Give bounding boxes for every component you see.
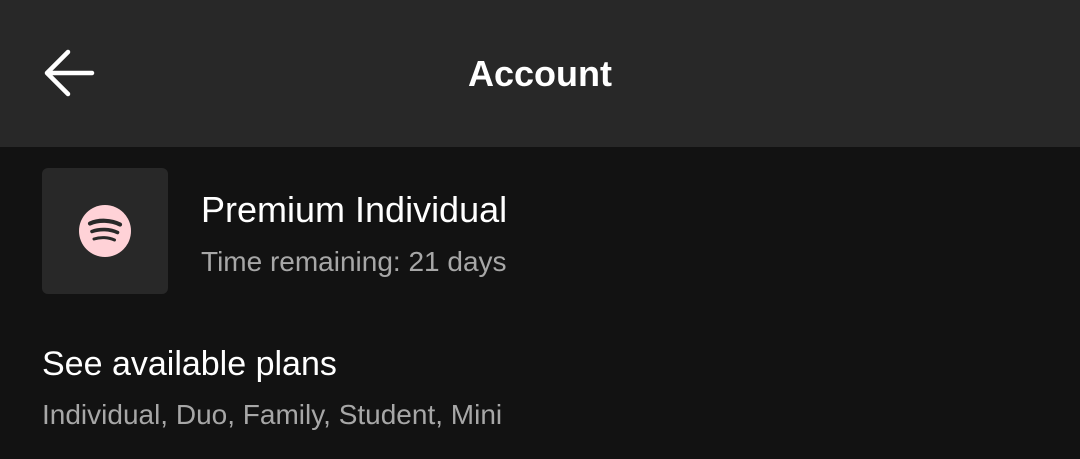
arrow-left-icon [44, 49, 95, 97]
available-plans-list: Individual, Duo, Family, Student, Mini [42, 399, 503, 430]
see-available-plans-row[interactable]: See available plans Individual, Duo, Fam… [0, 333, 1080, 443]
plan-time-remaining: Time remaining: 21 days [201, 246, 507, 277]
top-app-bar: Account [0, 0, 1080, 147]
account-content: Premium Individual Time remaining: 21 da… [0, 147, 1080, 459]
back-button[interactable] [38, 42, 100, 104]
plan-name: Premium Individual [201, 189, 508, 230]
available-plans-title: See available plans [42, 345, 337, 383]
current-plan-row[interactable]: Premium Individual Time remaining: 21 da… [0, 167, 1080, 295]
spotify-logo-icon [79, 205, 131, 257]
page-title: Account [468, 53, 612, 94]
plan-logo-tile [42, 168, 168, 294]
